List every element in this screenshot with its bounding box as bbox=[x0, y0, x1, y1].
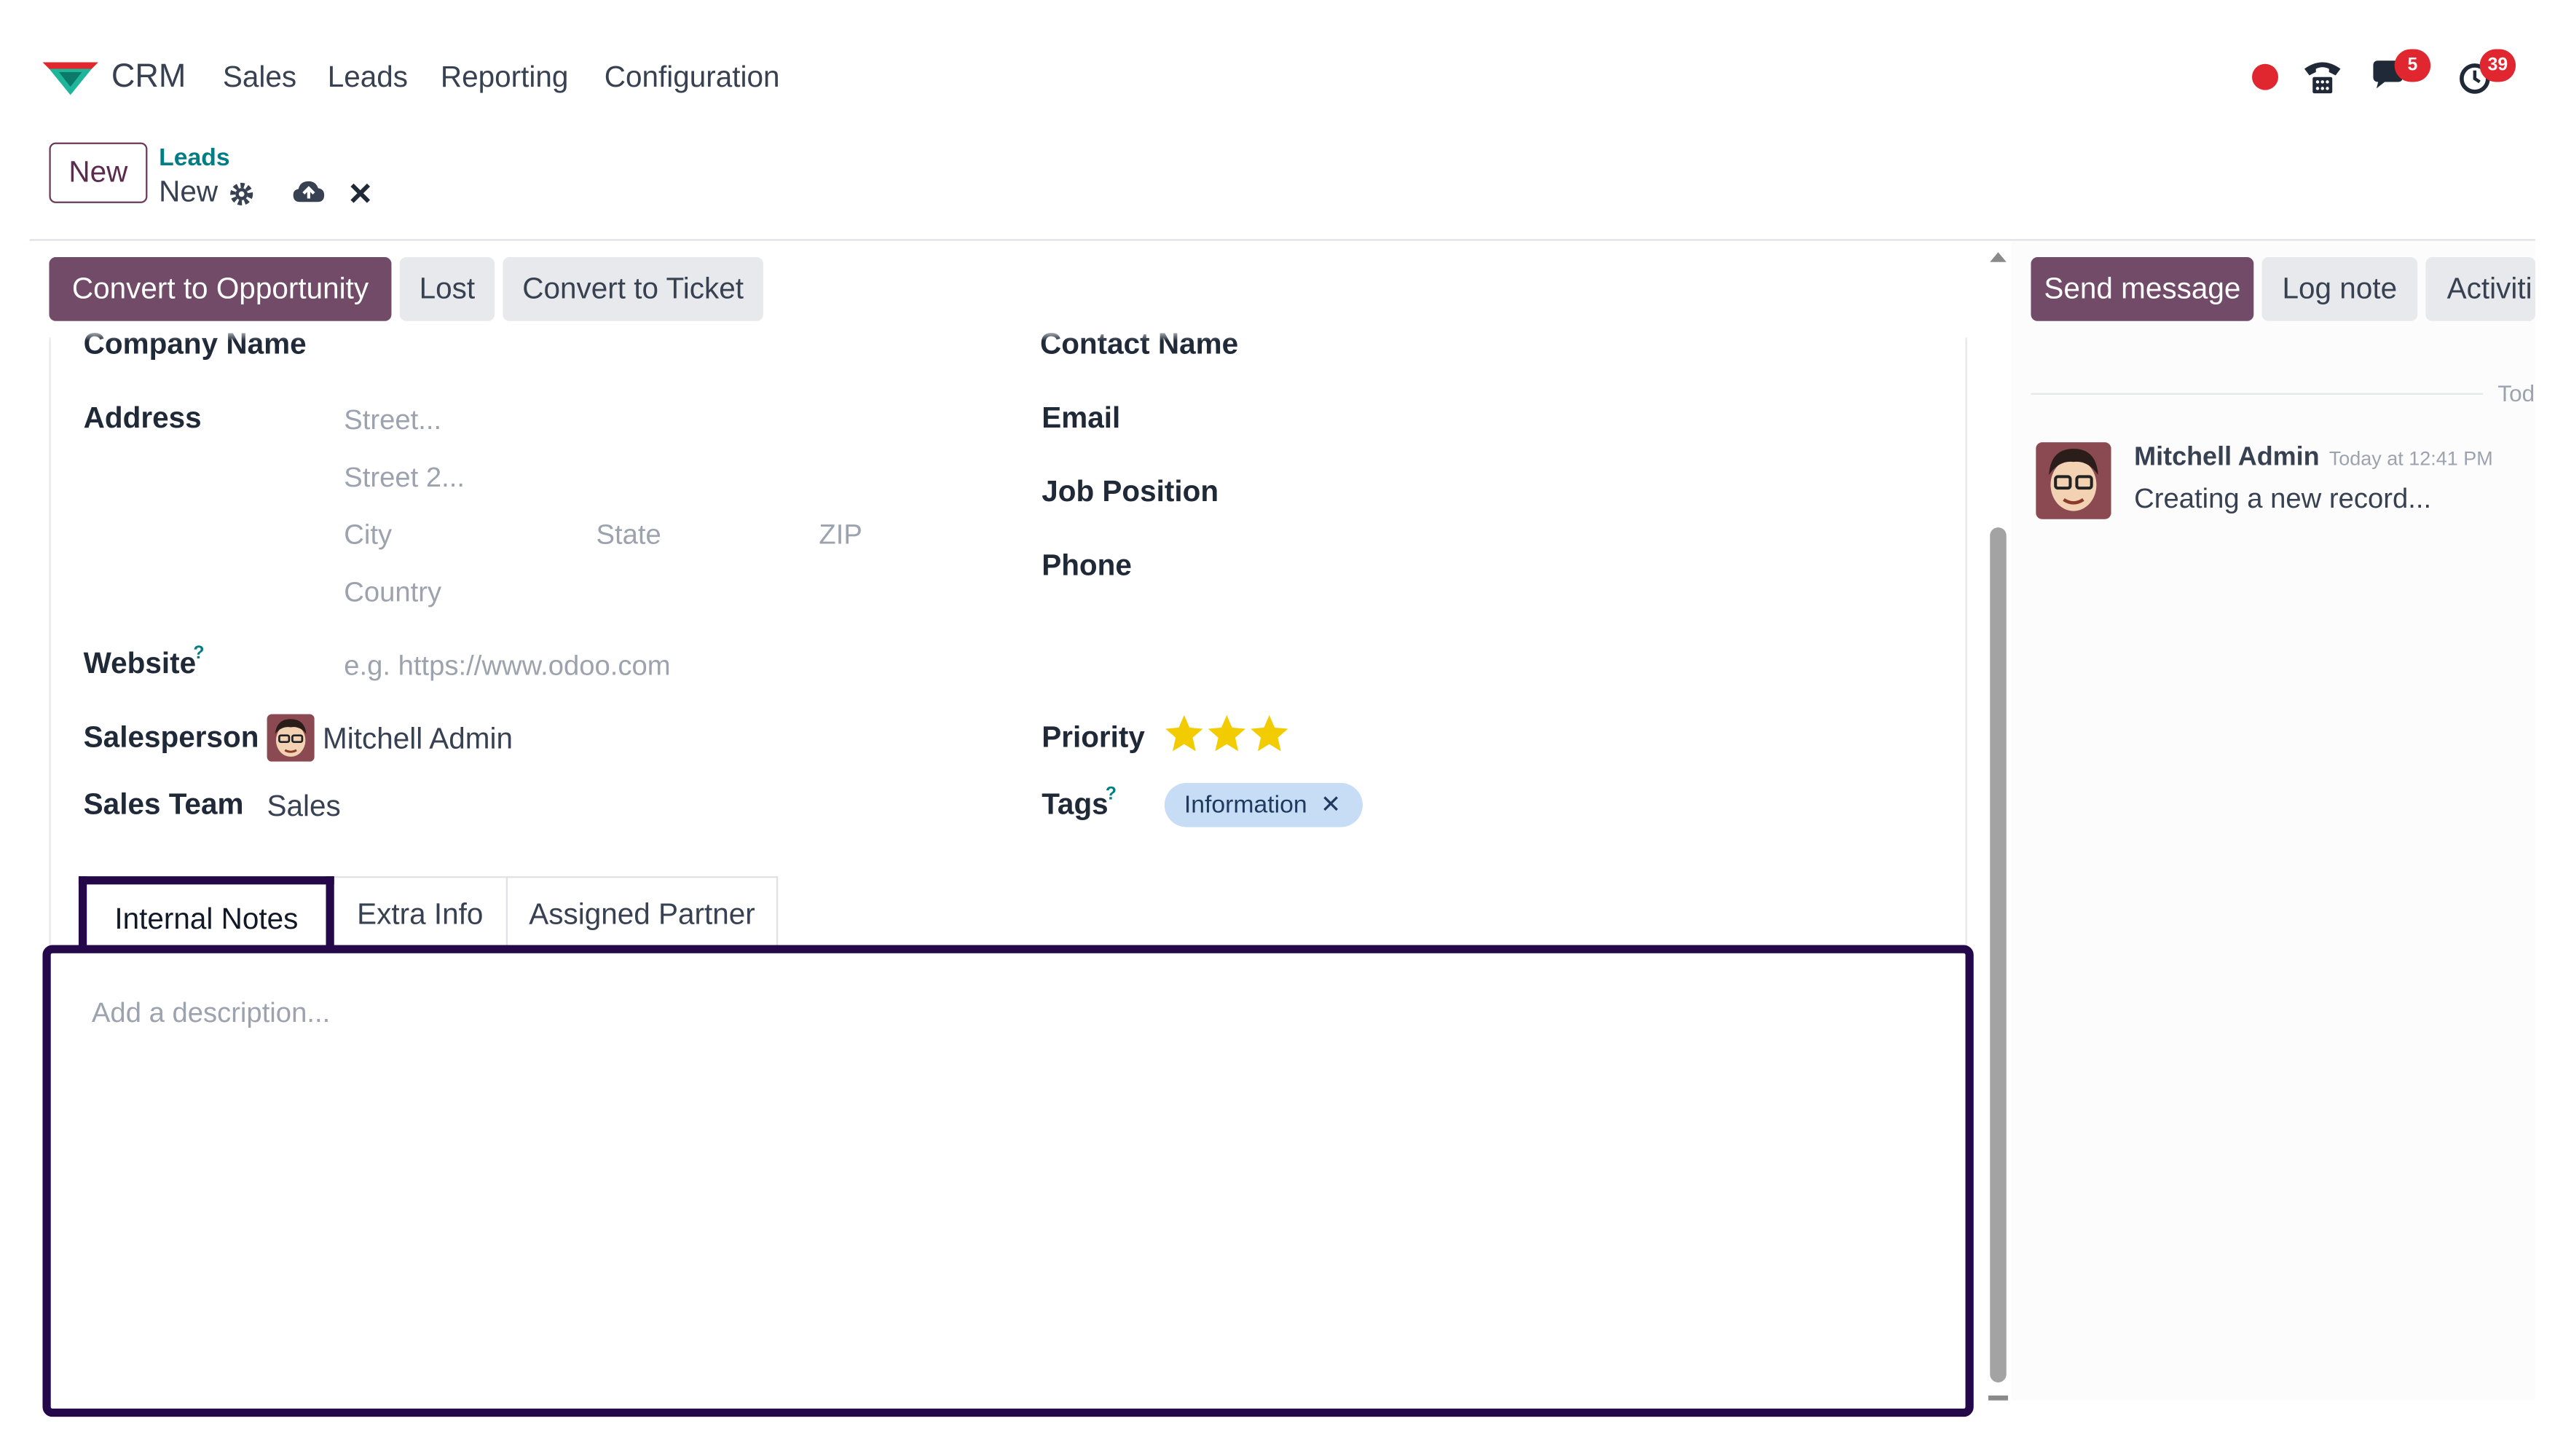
messages-button[interactable]: 5 bbox=[2369, 49, 2431, 101]
sales-team-value[interactable]: Sales bbox=[267, 790, 341, 824]
chatter-panel bbox=[2011, 240, 2536, 1401]
activities-badge: 39 bbox=[2479, 49, 2516, 82]
menu-sales[interactable]: Sales bbox=[223, 60, 296, 95]
tag-label: Information bbox=[1184, 791, 1307, 819]
breadcrumb-current: New bbox=[159, 175, 219, 208]
website-label: Website bbox=[83, 647, 197, 680]
message-author-avatar[interactable] bbox=[2036, 442, 2111, 519]
status-dot-icon[interactable] bbox=[2252, 63, 2279, 90]
priority-star-icon[interactable] bbox=[1163, 712, 1205, 755]
state-input[interactable]: State bbox=[597, 519, 661, 552]
priority-label: Priority bbox=[1042, 720, 1145, 754]
messages-badge: 5 bbox=[2394, 49, 2431, 82]
message-author[interactable]: Mitchell Admin bbox=[2134, 444, 2320, 473]
address-label: Address bbox=[83, 401, 202, 434]
save-cloud-icon[interactable] bbox=[291, 177, 326, 206]
tab-internal-notes[interactable]: Internal Notes bbox=[78, 876, 334, 947]
breadcrumb-leads-link[interactable]: Leads bbox=[159, 144, 230, 172]
priority-stars[interactable] bbox=[1163, 712, 1291, 755]
tag-information[interactable]: Information ✕ bbox=[1164, 782, 1363, 827]
convert-to-opportunity-button[interactable]: Convert to Opportunity bbox=[49, 257, 392, 321]
message-timestamp: Today at 12:41 PM bbox=[2328, 446, 2493, 471]
zip-input[interactable]: ZIP bbox=[819, 519, 862, 552]
activities-chatter-button[interactable]: Activiti bbox=[2425, 257, 2536, 321]
email-label: Email bbox=[1042, 401, 1121, 434]
menu-reporting[interactable]: Reporting bbox=[441, 60, 569, 95]
country-input[interactable]: Country bbox=[344, 577, 441, 610]
salesperson-value[interactable]: Mitchell Admin bbox=[323, 723, 513, 757]
today-separator: Tod bbox=[2497, 379, 2535, 406]
scrollbar-thumb[interactable] bbox=[1990, 527, 2007, 1382]
tab-extra-info[interactable]: Extra Info bbox=[332, 876, 508, 947]
street-input[interactable]: Street... bbox=[344, 404, 441, 437]
priority-star-icon[interactable] bbox=[1205, 712, 1248, 755]
crm-logo-icon[interactable] bbox=[42, 59, 98, 98]
website-input[interactable]: e.g. https://www.odoo.com bbox=[344, 650, 670, 683]
tags-label: Tags bbox=[1042, 787, 1109, 821]
phone-label: Phone bbox=[1042, 548, 1132, 582]
menu-leads[interactable]: Leads bbox=[328, 60, 408, 95]
scroll-down-arrow-icon[interactable] bbox=[1988, 1395, 2008, 1401]
internal-notes-editor[interactable] bbox=[42, 945, 1974, 1417]
street2-input[interactable]: Street 2... bbox=[344, 462, 465, 495]
gear-icon[interactable] bbox=[228, 180, 256, 208]
message-body: Creating a new record... bbox=[2134, 483, 2432, 515]
city-input[interactable]: City bbox=[344, 519, 392, 552]
description-placeholder: Add a description... bbox=[91, 997, 331, 1029]
today-separator-line bbox=[2031, 393, 2484, 395]
salesperson-label: Salesperson bbox=[83, 720, 259, 754]
job-position-label: Job Position bbox=[1042, 475, 1219, 508]
tab-assigned-partner[interactable]: Assigned Partner bbox=[505, 876, 779, 947]
send-message-button[interactable]: Send message bbox=[2031, 257, 2254, 321]
website-help-icon[interactable]: ? bbox=[193, 644, 204, 664]
log-note-button[interactable]: Log note bbox=[2261, 257, 2418, 321]
sales-team-label: Sales Team bbox=[83, 787, 244, 821]
form-sheet bbox=[49, 337, 1967, 960]
salesperson-avatar bbox=[267, 714, 315, 762]
discard-close-icon[interactable] bbox=[349, 182, 371, 205]
menu-configuration[interactable]: Configuration bbox=[605, 60, 780, 95]
lost-button[interactable]: Lost bbox=[399, 257, 495, 321]
tag-remove-icon[interactable]: ✕ bbox=[1320, 791, 1341, 819]
crm-lead-form-page: CRM Sales Leads Reporting Configuration … bbox=[0, 0, 2555, 1456]
sheet-fade bbox=[49, 327, 1967, 341]
convert-to-ticket-button[interactable]: Convert to Ticket bbox=[503, 257, 763, 321]
activities-button[interactable]: 39 bbox=[2457, 49, 2522, 101]
priority-star-icon[interactable] bbox=[1248, 712, 1291, 755]
app-name[interactable]: CRM bbox=[111, 59, 186, 97]
scroll-up-arrow-icon[interactable] bbox=[1988, 249, 2008, 264]
tags-help-icon[interactable]: ? bbox=[1106, 784, 1117, 804]
new-button[interactable]: New bbox=[49, 142, 148, 203]
phone-icon[interactable] bbox=[2301, 55, 2343, 98]
